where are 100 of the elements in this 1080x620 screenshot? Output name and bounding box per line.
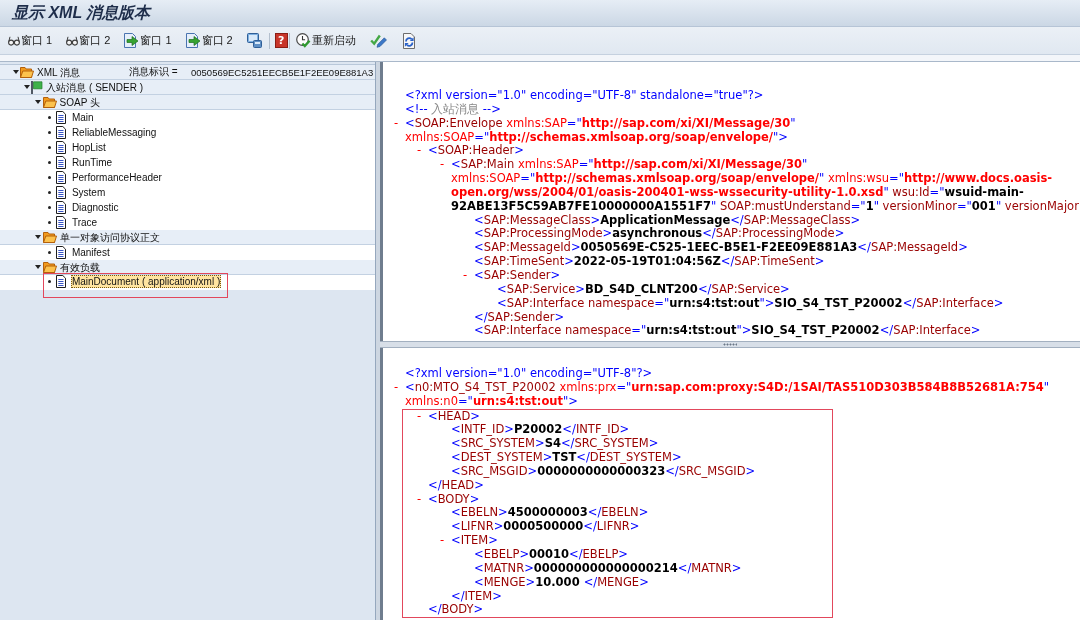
collapse-toggle[interactable]: - bbox=[417, 143, 422, 158]
help-button[interactable]: ? bbox=[274, 33, 288, 48]
document-icon bbox=[55, 156, 66, 169]
document-icon bbox=[55, 126, 66, 139]
collapse-toggle[interactable]: - bbox=[463, 267, 468, 282]
bullet-icon bbox=[47, 280, 51, 283]
check-pencil-icon bbox=[369, 33, 387, 48]
glasses-icon bbox=[8, 35, 20, 46]
clock-check-icon bbox=[295, 33, 311, 48]
message-id-label: 消息标识 = bbox=[129, 65, 179, 79]
collapse-toggle[interactable]: - bbox=[394, 115, 399, 130]
monitor-icon bbox=[246, 33, 262, 48]
xml-line: <MATNR>000000000000000214</MATNR> bbox=[474, 561, 742, 576]
xml-line: <LIFNR>0000500000</LIFNR> bbox=[451, 520, 640, 535]
xml-line: <SAP:Sender> bbox=[474, 268, 561, 283]
collapse-toggle[interactable]: - bbox=[440, 157, 445, 172]
collapse-toggle[interactable]: - bbox=[417, 408, 422, 423]
tree-item[interactable]: XML 消息 bbox=[36, 65, 129, 79]
document-refresh-icon bbox=[400, 32, 417, 49]
document-icon bbox=[55, 216, 66, 229]
tree-item[interactable]: RunTime bbox=[70, 156, 114, 169]
folder-icon bbox=[42, 96, 57, 108]
tree-item[interactable]: PerformanceHeader bbox=[70, 171, 163, 184]
xml-line: <SAP:Main xmlns:SAP="http://sap.com/xi/XI/Message/30" xmlns:SOAP="http://schemas.xmlsoap.org/soap/envelope/" xmlns:wsu="http://www.docs.oasis-open.org/wss/2004/01/oasis-200401-wss-wssecurity-utility-1.0.xsd" wsu:Id="wsuid-main-92ABE13F5C59AB7FE10000000A1551F7" SOAP:mustUnderstand="1" versionMinor="001" versionMajor bbox=[451, 158, 1080, 214]
document-icon bbox=[55, 111, 66, 124]
xml-line: <SAP:MessageClass>ApplicationMessage</SAP:MessageClass> bbox=[474, 213, 861, 228]
grip-icon[interactable] bbox=[723, 343, 737, 346]
tree-item[interactable]: Manifest bbox=[70, 246, 111, 259]
bullet-icon bbox=[47, 176, 51, 179]
toolbar-button[interactable]: 窗口 2 bbox=[65, 32, 112, 49]
glasses-icon bbox=[66, 35, 79, 46]
toolbar-button[interactable] bbox=[245, 32, 263, 49]
xml-line: <!-- 入站消息 --> bbox=[405, 102, 501, 117]
tree-item[interactable]: ReliableMessaging bbox=[70, 126, 158, 139]
toolbar-button[interactable] bbox=[368, 32, 388, 49]
xml-line: <SAP:Service>BD_S4D_CLNT200</SAP:Service> bbox=[497, 282, 790, 297]
tree-item[interactable]: HopList bbox=[70, 141, 107, 154]
tree-item[interactable]: MainDocument ( application/xml ) bbox=[70, 275, 222, 288]
caret-icon[interactable] bbox=[35, 99, 42, 105]
document-icon bbox=[55, 171, 66, 184]
xml-line: <SOAP:Envelope xmlns:SAP="http://sap.com/xi/XI/Message/30" xmlns:SOAP="http://schemas.xmlsoap.org/soap/envelope/"> bbox=[405, 116, 797, 145]
caret-icon[interactable] bbox=[23, 84, 30, 90]
xml-line: <BODY> bbox=[428, 492, 480, 507]
tree-item[interactable]: SOAP 头 bbox=[58, 95, 101, 109]
xml-line: <SAP:ProcessingMode>asynchronous</SAP:ProcessingMode> bbox=[474, 227, 845, 241]
xml-line: <SAP:TimeSent>2022-05-19T01:04:56Z</SAP:TimeSent> bbox=[474, 255, 825, 269]
bullet-icon bbox=[47, 251, 51, 254]
folder-icon bbox=[42, 261, 57, 273]
xml-line: <EBELP>00010</EBELP> bbox=[474, 547, 628, 562]
document-arrow-icon bbox=[185, 33, 201, 48]
caret-icon[interactable] bbox=[35, 234, 42, 240]
tree-item[interactable]: 有效负载 bbox=[58, 260, 101, 274]
xml-line: <SAP:Interface namespace="urn:s4:tst:out">SIO_S4_TST_P20002</SAP:Interface> bbox=[497, 296, 1004, 311]
bullet-icon bbox=[47, 191, 51, 194]
document-icon bbox=[55, 141, 66, 154]
xml-line: <HEAD> bbox=[428, 409, 480, 424]
tree-item[interactable]: Diagnostic bbox=[70, 201, 120, 214]
tree-item[interactable]: Trace bbox=[70, 216, 99, 229]
folder-icon bbox=[42, 231, 57, 243]
xml-line: <SRC_SYSTEM>S4</SRC_SYSTEM> bbox=[451, 437, 659, 452]
xml-line: <SRC_MSGID>0000000000000323</SRC_MSGID> bbox=[451, 464, 756, 479]
flag-icon bbox=[31, 80, 44, 94]
bullet-icon bbox=[47, 206, 51, 209]
xml-line: <MENGE>10.000 </MENGE> bbox=[474, 575, 649, 590]
folder-icon bbox=[20, 66, 34, 78]
collapse-toggle[interactable]: - bbox=[440, 533, 445, 548]
document-arrow-icon bbox=[124, 33, 140, 48]
tree-item[interactable]: System bbox=[70, 186, 107, 199]
toolbar-button[interactable]: 重新启动 bbox=[294, 32, 357, 49]
document-icon bbox=[55, 201, 66, 214]
xml-line: <EBELN>4500000003</EBELN> bbox=[451, 506, 649, 521]
caret-icon[interactable] bbox=[12, 69, 19, 75]
xml-line: <?xml version="1.0" encoding="UTF-8" standalone="true"?> bbox=[405, 89, 764, 103]
document-icon bbox=[55, 186, 66, 199]
xml-line: <ITEM> bbox=[451, 534, 498, 548]
xml-line: <?xml version="1.0" encoding="UTF-8"?> bbox=[405, 367, 653, 381]
window-title: 显示 XML 消息版本 bbox=[12, 2, 151, 23]
collapse-toggle[interactable]: - bbox=[394, 379, 399, 394]
document-icon bbox=[55, 246, 66, 259]
caret-icon[interactable] bbox=[35, 264, 42, 270]
toolbar-button[interactable]: 窗口 1 bbox=[123, 32, 173, 49]
xml-line: <SAP:Interface namespace="urn:s4:tst:out">SIO_S4_TST_P20002</SAP:Interface> bbox=[474, 324, 981, 339]
xml-line: <INTF_ID>P20002</INTF_ID> bbox=[451, 423, 630, 438]
bullet-icon bbox=[47, 116, 51, 119]
xml-line: <SAP:MessageId>0050569E-C525-1EEC-B5E1-F2EE09E881A3</SAP:MessageId> bbox=[474, 241, 968, 255]
xml-line: <DEST_SYSTEM>TST</DEST_SYSTEM> bbox=[451, 451, 682, 465]
xml-line: </HEAD> bbox=[428, 478, 484, 493]
bullet-icon bbox=[47, 161, 51, 164]
tree-item[interactable]: Main bbox=[70, 111, 95, 124]
xml-line: </BODY> bbox=[428, 603, 484, 618]
bullet-icon bbox=[47, 131, 51, 134]
message-id: 0050569EC5251EECB5E1F2EE09E881A3 bbox=[191, 66, 374, 78]
bullet-icon bbox=[47, 146, 51, 149]
xml-line: </ITEM> bbox=[451, 589, 502, 604]
xml-line: <n0:MTO_S4_TST_P20002 xmlns:prx="urn:sap.com:proxy:S4D:/1SAI/TAS510D303B584B8B52681A:754" xmlns:n0="urn:s4:tst:out"> bbox=[405, 380, 1051, 409]
toolbar-button[interactable]: 窗口 1 bbox=[7, 32, 54, 49]
xml-line: </SAP:Sender> bbox=[474, 310, 565, 324]
toolbar-button[interactable]: 窗口 2 bbox=[184, 32, 234, 49]
bullet-icon bbox=[47, 221, 51, 224]
collapse-toggle[interactable]: - bbox=[417, 491, 422, 506]
